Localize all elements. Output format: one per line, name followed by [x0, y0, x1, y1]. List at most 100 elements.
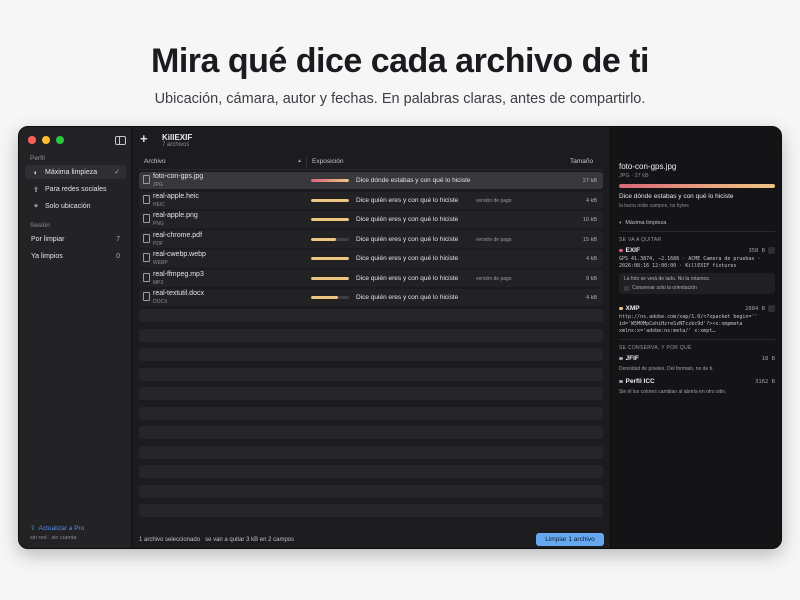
app-window: Perfil ◐ Máxima limpieza ✓ ⇪ Para redes … [18, 126, 782, 549]
column-header-file[interactable]: Archivo [144, 158, 166, 165]
file-size: 27 kB [582, 178, 597, 184]
exposure-text: Dice quién eres y con qué lo hiciste [356, 196, 459, 204]
file-name: real-apple.png [153, 212, 198, 219]
sidebar-toggle-icon[interactable] [115, 136, 126, 145]
empty-row [139, 504, 603, 517]
exif-size: 358 B [748, 248, 765, 254]
checkmark-icon: ✓ [114, 169, 120, 176]
exposure-bar [311, 198, 349, 202]
xmp-values: http://ns.adobe.com/xap/1.0/<?xpacket be… [619, 314, 758, 334]
empty-row [139, 445, 603, 459]
divider [619, 231, 775, 232]
add-file-button[interactable]: + [140, 131, 148, 146]
removal-summary: se van a quitar 3 kB en 2 campos [205, 537, 295, 543]
file-count: 7 archivos [162, 142, 190, 148]
file-name: real-chrome.pdf [153, 231, 203, 239]
empty-row [139, 426, 603, 439]
exposure-bar [311, 179, 349, 182]
exposure-bar-fill [311, 179, 349, 182]
inspector-file-meta: JPG · 27 kB [619, 173, 649, 179]
inspector-exposure: Dice dónde estabas y con qué lo hiciste [619, 193, 734, 200]
sort-ascending-icon[interactable]: ▲ [297, 158, 302, 164]
zoom-window-button[interactable] [56, 136, 64, 144]
exposure-bar-fill [311, 237, 336, 241]
exposure-bar [311, 218, 349, 221]
exposure-bar-fill [311, 218, 349, 221]
remove-section-label: SE VA A QUITAR [619, 237, 662, 243]
file-list-pane: + KillEXIF 7 archivos Archivo ▲ Exposici… [132, 127, 610, 548]
document-icon [143, 194, 150, 204]
file-size: 4 kB [585, 197, 597, 204]
file-size: 10 kB [582, 217, 597, 223]
exposure-text: Dice quién eres y con qué lo hiciste [356, 274, 459, 282]
xmp-keep-checkbox[interactable] [768, 305, 775, 312]
file-row[interactable]: real-cwebp.webp WEBP Dice quién eres y con… [139, 250, 603, 267]
profile-label: Para redes sociales [45, 185, 107, 193]
empty-row [139, 309, 603, 322]
hero-title: Mira qué dice cada archivo de ti [151, 42, 649, 80]
close-window-button[interactable] [28, 136, 36, 144]
session-label: Ya limpios [31, 252, 63, 260]
column-header-size[interactable]: Tamaño [570, 158, 593, 165]
paid-version-badge: versión de pago [476, 197, 512, 204]
document-icon [143, 253, 150, 262]
file-type: PDF [153, 240, 163, 247]
icc-description: Sin él los colores cambian al abrirla en… [619, 389, 727, 395]
unlock-icon: ⇧ [30, 525, 36, 532]
selection-status: 1 archivo seleccionado se van a quitar 3… [139, 537, 294, 543]
profile-item-redes-sociales[interactable]: ⇪ Para redes sociales [25, 182, 126, 196]
exif-label: EXIF [625, 247, 640, 254]
file-size: 15 kB [582, 236, 597, 243]
empty-row [139, 484, 603, 498]
inspector-file-name: foto-con-gps.jpg [619, 162, 677, 171]
paid-version-badge: versión de pago [476, 275, 512, 282]
file-name: real-cwebp.webp [153, 251, 206, 258]
column-header-exposure[interactable]: Exposición [312, 158, 343, 165]
file-row[interactable]: real-apple.png PNG Dice quién eres y con q… [139, 211, 603, 228]
file-row[interactable]: real-apple.heic HEIC Dice quién eres y con… [139, 191, 603, 209]
file-type: JPG [153, 182, 163, 188]
file-type: WEBP [153, 260, 168, 266]
session-count: 0 [116, 252, 120, 260]
exposure-bar-fill [311, 276, 349, 280]
empty-row [139, 367, 603, 381]
window-controls [28, 136, 64, 144]
profile-item-solo-ubicacion[interactable]: ⌖ Solo ubicación [25, 199, 126, 213]
app-title: KillEXIF [162, 133, 193, 142]
file-row[interactable]: real-textutil.docx DOCX Dice quién eres y … [139, 289, 603, 306]
exposure-text: Dice dónde estabas y con qué lo hiciste [356, 177, 471, 184]
network-status: sin red · sin cuenta [30, 535, 77, 541]
profile-label: Máxima limpieza [45, 168, 98, 176]
exposure-bar [619, 184, 775, 188]
file-row[interactable]: foto-con-gps.jpg JPG Dice dónde estabas y … [139, 172, 603, 189]
session-item-ya-limpios[interactable]: Ya limpios 0 [25, 249, 126, 263]
file-row[interactable]: real-ffmpeg.mp3 MP3 Dice quién eres y con … [139, 269, 603, 287]
exif-keep-checkbox[interactable] [768, 247, 775, 254]
status-dot-icon [619, 379, 623, 384]
jfif-size: 18 B [761, 356, 775, 362]
session-section-label: Sesión [30, 222, 50, 229]
document-icon [143, 272, 150, 282]
clean-files-button[interactable]: Limpiar 1 archivo [536, 533, 604, 546]
session-count: 7 [116, 235, 120, 243]
minimize-window-button[interactable] [42, 136, 50, 144]
exposure-text: Dice quién eres y con qué lo hiciste [356, 216, 459, 223]
exposure-bar-fill [311, 198, 349, 202]
file-name: real-apple.heic [153, 192, 199, 200]
upgrade-link[interactable]: ⇧ Actualizar a Pro [30, 524, 84, 533]
file-type: PNG [153, 221, 164, 227]
xmp-size: 2884 B [745, 306, 765, 312]
file-name: foto-con-gps.jpg [153, 173, 204, 180]
keep-orientation-checkbox[interactable] [624, 286, 629, 291]
exposure-bar [311, 276, 349, 280]
profile-item-maxima-limpieza[interactable]: ◐ Máxima limpieza ✓ [25, 165, 126, 179]
exif-values: GPS 41.3874, −2.1686 · ACME Camera de pr… [619, 256, 761, 269]
document-icon [143, 214, 150, 223]
session-item-por-limpiar[interactable]: Por limpiar 7 [25, 232, 126, 246]
file-size: 9 kB [585, 275, 597, 282]
status-dot-icon [619, 356, 623, 361]
status-dot-icon [619, 248, 623, 253]
file-row[interactable]: real-chrome.pdf PDF Dice quién eres y con … [139, 230, 603, 248]
file-type: HEIC [153, 201, 165, 208]
keep-orientation-label[interactable]: Conservar solo la orientación [632, 285, 697, 291]
